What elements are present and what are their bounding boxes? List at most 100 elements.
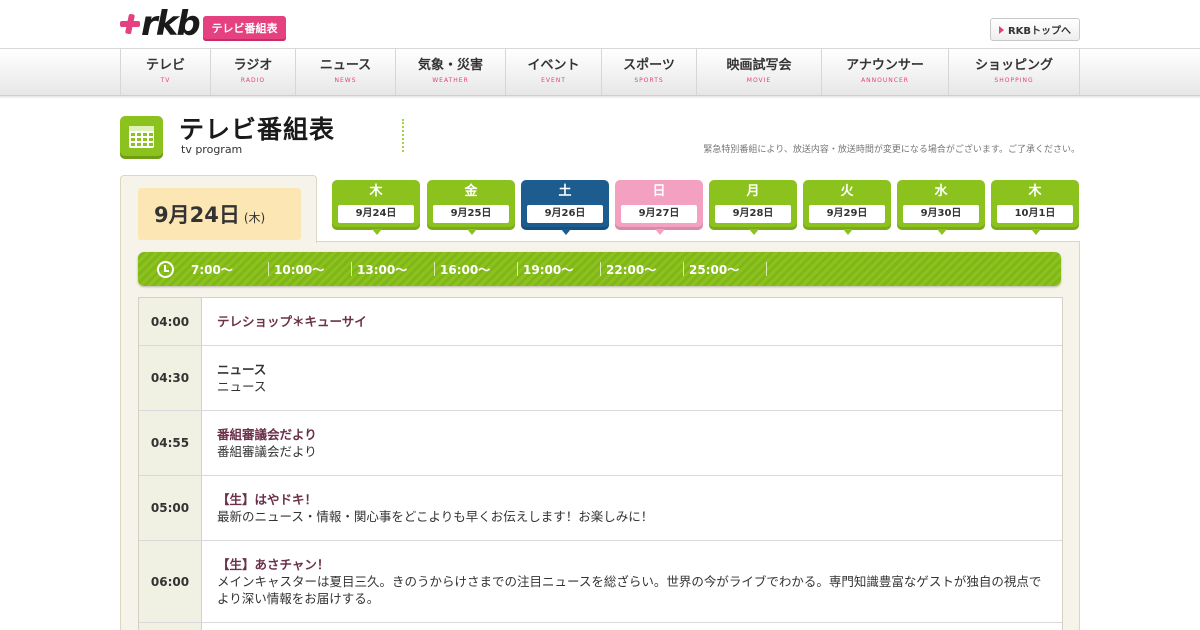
nav-item-weather[interactable]: 気象・災害 WEATHER bbox=[396, 49, 506, 95]
program-row: 04:55 番組審議会だより 番組審議会だより bbox=[139, 411, 1062, 476]
day-tab-dow: 火 bbox=[840, 184, 854, 199]
day-tab-dow: 木 bbox=[1028, 184, 1042, 199]
time-slot-button[interactable]: 25:00～ bbox=[684, 252, 767, 286]
day-tab-date: 9月24日 bbox=[338, 205, 414, 223]
day-tab-date: 9月26日 bbox=[527, 205, 603, 223]
plus-icon bbox=[120, 12, 140, 36]
clock-icon bbox=[157, 261, 174, 278]
program-title[interactable]: テレショップ＊キューサイ bbox=[217, 313, 1047, 330]
day-tabs: 木 9月24日 金 9月25日 土 9月26日 日 9月27日 月 9月28日 火 9月29日 水 9月3… bbox=[332, 180, 1080, 236]
time-slot-button[interactable]: 10:00～ bbox=[269, 252, 352, 286]
title-divider bbox=[402, 119, 404, 152]
program-body: 【生】はやドキ！ 最新のニュース・情報・関心事をどこよりも早くお伝えします！お楽し… bbox=[217, 476, 1047, 540]
day-tab[interactable]: 日 9月27日 bbox=[615, 180, 703, 235]
day-tab[interactable]: 金 9月25日 bbox=[427, 180, 515, 235]
program-body: 【生】あさチャン！ メインキャスターは夏目三久。きのうからけさまでの注目ニュースを… bbox=[217, 541, 1047, 622]
program-row bbox=[139, 623, 1062, 630]
time-slot-button[interactable]: 16:00～ bbox=[435, 252, 518, 286]
program-row: 04:30 ニュース ニュース bbox=[139, 346, 1062, 411]
time-slot-bar: 7:00～ 10:00～ 13:00～ 16:00～ 19:00～ 22:00～ 25:00… bbox=[138, 252, 1061, 286]
program-title[interactable]: 【生】はやドキ！ bbox=[217, 491, 1047, 508]
global-nav: テレビ TV ラジオ RADIO ニュース NEWS 気象・災害 WEATHER イベント EVE… bbox=[0, 48, 1200, 99]
time-slot-list: 7:00～ 10:00～ 13:00～ 16:00～ 19:00～ 22:00～ 25:00… bbox=[186, 252, 767, 286]
program-time: 04:30 bbox=[139, 346, 202, 410]
time-slot-button[interactable]: 7:00～ bbox=[186, 252, 269, 286]
rkb-top-link[interactable]: RKBトップへ bbox=[990, 18, 1080, 41]
day-tab-dow: 土 bbox=[558, 184, 572, 199]
nav-item-sublabel: WEATHER bbox=[432, 77, 469, 84]
nav-item-sports[interactable]: スポーツ SPORTS bbox=[602, 49, 697, 95]
day-tab-date: 10月1日 bbox=[997, 205, 1073, 223]
nav-item-sublabel: SPORTS bbox=[634, 77, 664, 84]
nav-item-radio[interactable]: ラジオ RADIO bbox=[211, 49, 296, 95]
program-title[interactable]: 【生】あさチャン！ bbox=[217, 556, 1047, 573]
program-row: 05:00 【生】はやドキ！ 最新のニュース・情報・関心事をどこよりも早くお伝えしま… bbox=[139, 476, 1062, 541]
program-description: メインキャスターは夏目三久。きのうからけさまでの注目ニュースを総ざらい。世界の今… bbox=[217, 574, 1042, 606]
logo-text: rkb bbox=[141, 4, 201, 44]
program-table: 04:00 テレショップ＊キューサイ 04:30 ニュース ニュース 04:55 番組審議会… bbox=[138, 297, 1063, 630]
day-tab-date: 9月27日 bbox=[621, 205, 697, 223]
program-description: 最新のニュース・情報・関心事をどこよりも早くお伝えします！お楽しみに！ bbox=[217, 509, 654, 524]
nav-item-sublabel: TV bbox=[160, 77, 171, 84]
day-tab[interactable]: 火 9月29日 bbox=[803, 180, 891, 235]
day-tab-dow: 木 bbox=[369, 184, 383, 199]
nav-item-label: 気象・災害 bbox=[417, 58, 483, 73]
day-tab-date: 9月25日 bbox=[433, 205, 509, 223]
program-description: 番組審議会だより bbox=[217, 444, 317, 459]
day-tab[interactable]: 水 9月30日 bbox=[897, 180, 985, 235]
program-title[interactable]: 番組審議会だより bbox=[217, 426, 1047, 443]
nav-item-shopping[interactable]: ショッピング SHOPPING bbox=[949, 49, 1080, 95]
site-header: rkb テレビ番組表 RKBトップへ bbox=[0, 0, 1200, 48]
program-row: 04:00 テレショップ＊キューサイ bbox=[139, 298, 1062, 346]
day-tab[interactable]: 月 9月28日 bbox=[709, 180, 797, 235]
nav-item-label: イベント bbox=[527, 58, 580, 73]
nav-item-tv[interactable]: テレビ TV bbox=[121, 49, 211, 95]
triangle-right-icon bbox=[998, 25, 1004, 34]
rkb-top-label: RKBトップへ bbox=[1007, 26, 1072, 37]
program-time: 06:00 bbox=[139, 541, 202, 622]
nav-item-sublabel: RADIO bbox=[240, 77, 266, 84]
time-slot-button[interactable]: 13:00～ bbox=[352, 252, 435, 286]
program-body: テレショップ＊キューサイ bbox=[217, 298, 1047, 345]
day-tab-dow: 月 bbox=[746, 184, 760, 199]
program-time: 04:55 bbox=[139, 411, 202, 475]
nav-item-sublabel: EVENT bbox=[541, 77, 566, 84]
tv-program-badge[interactable]: テレビ番組表 bbox=[203, 16, 286, 41]
nav-item-announcer[interactable]: アナウンサー ANNOUNCER bbox=[822, 49, 949, 95]
current-date-main: 9月24日 bbox=[154, 203, 240, 227]
program-time bbox=[139, 623, 202, 630]
day-tab-dow: 日 bbox=[652, 184, 666, 199]
rkb-logo[interactable]: rkb bbox=[120, 4, 201, 44]
nav-item-event[interactable]: イベント EVENT bbox=[506, 49, 602, 95]
day-tab-date: 9月30日 bbox=[903, 205, 979, 223]
program-time: 05:00 bbox=[139, 476, 202, 540]
program-body: 番組審議会だより 番組審議会だより bbox=[217, 411, 1047, 475]
nav-item-label: ラジオ bbox=[233, 58, 273, 73]
time-slot-button[interactable]: 22:00～ bbox=[601, 252, 684, 286]
nav-item-sublabel: NEWS bbox=[334, 77, 357, 84]
nav-item-movie[interactable]: 映画試写会 MOVIE bbox=[697, 49, 822, 95]
nav-list: テレビ TV ラジオ RADIO ニュース NEWS 気象・災害 WEATHER イベント EVE… bbox=[120, 49, 1080, 95]
time-slot-button[interactable]: 19:00～ bbox=[518, 252, 601, 286]
nav-item-label: ニュース bbox=[319, 58, 372, 73]
day-tab[interactable]: 木 10月1日 bbox=[991, 180, 1079, 235]
page-title: テレビ番組表 bbox=[179, 115, 336, 144]
day-tab[interactable]: 木 9月24日 bbox=[332, 180, 420, 235]
day-tab-dow: 水 bbox=[934, 184, 948, 199]
page-subtitle: tv program bbox=[181, 143, 243, 156]
day-tab-dow: 金 bbox=[464, 184, 478, 199]
nav-item-sublabel: ANNOUNCER bbox=[861, 77, 909, 84]
program-title: ニュース bbox=[217, 362, 267, 377]
schedule-notice: 緊急特別番組により、放送内容・放送時間が変更になる場合がございます。ご了承くださ… bbox=[703, 145, 1080, 155]
nav-item-label: テレビ bbox=[145, 58, 185, 73]
nav-item-label: ショッピング bbox=[974, 58, 1053, 73]
nav-item-label: アナウンサー bbox=[846, 58, 924, 73]
nav-item-news[interactable]: ニュース NEWS bbox=[296, 49, 396, 95]
day-tab[interactable]: 土 9月26日 bbox=[521, 180, 609, 235]
current-date-dow: (木) bbox=[243, 210, 266, 225]
nav-item-label: 映画試写会 bbox=[726, 58, 792, 73]
program-time: 04:00 bbox=[139, 298, 202, 345]
nav-item-sublabel: SHOPPING bbox=[994, 77, 1034, 84]
nav-item-label: スポーツ bbox=[623, 58, 675, 73]
program-body: ニュース ニュース bbox=[217, 346, 1047, 410]
